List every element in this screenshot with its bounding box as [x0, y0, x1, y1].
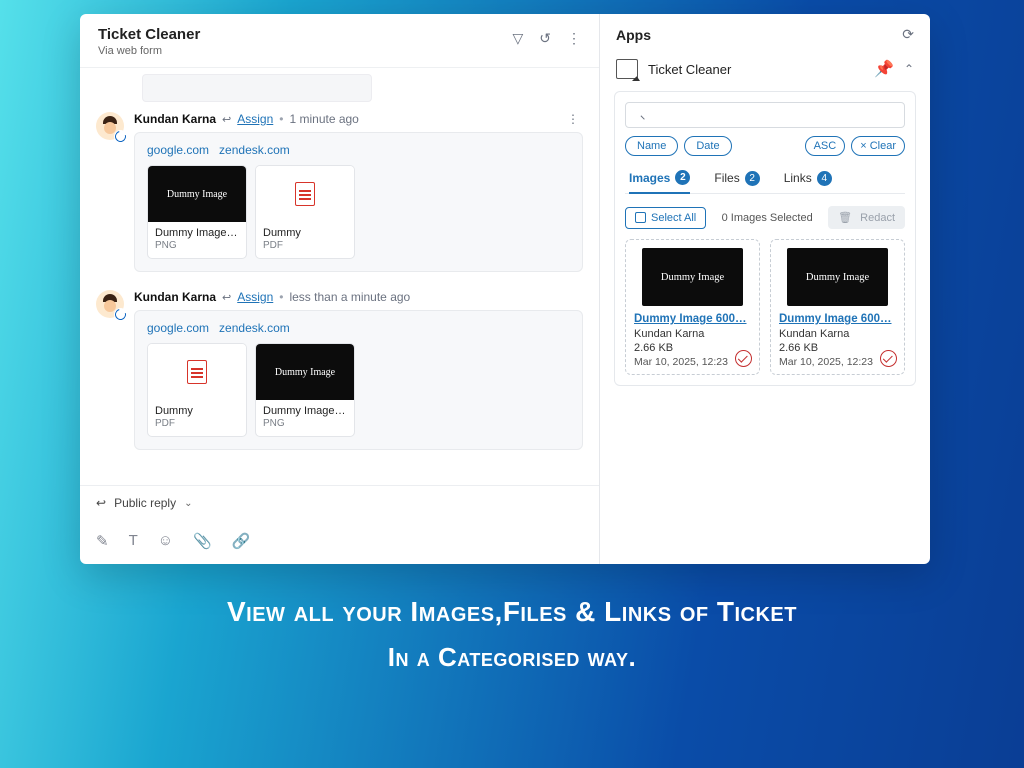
ticket-cleaner-panel: Name Date ASC × Clear Images 2 Files 2: [614, 91, 916, 386]
attach-icon[interactable]: 📎: [193, 532, 212, 550]
tab-images-count: 2: [675, 170, 690, 185]
marketing-caption: View all your Images,Files & Links of Ti…: [0, 596, 1024, 673]
clear-chip[interactable]: × Clear: [851, 136, 905, 156]
pin-icon[interactable]: 📌: [874, 59, 894, 79]
compose-icon[interactable]: ✎: [96, 532, 109, 550]
search-input[interactable]: [625, 102, 905, 128]
overflow-icon[interactable]: ⋮: [567, 30, 581, 47]
attachment-thumb: Dummy Image: [256, 344, 354, 400]
chevron-down-icon: ⌄: [184, 498, 192, 509]
history-icon[interactable]: ↺: [539, 30, 551, 47]
image-thumb: Dummy Image: [642, 248, 743, 306]
avatar: [96, 290, 124, 318]
message-link[interactable]: google.com: [147, 143, 209, 157]
ticket-pane: Ticket Cleaner Via web form ▽ ↺ ⋮ Kundan…: [80, 14, 600, 564]
category-tabs: Images 2 Files 2 Links 4: [625, 164, 905, 194]
attachment-name: Dummy: [155, 405, 239, 417]
filter-date[interactable]: Date: [684, 136, 731, 156]
link-icon[interactable]: 🔗: [232, 532, 251, 550]
message-author: Kundan Karna: [134, 112, 216, 126]
tab-files-count: 2: [745, 171, 760, 186]
assign-link[interactable]: Assign: [237, 112, 273, 126]
image-card[interactable]: Dummy Image Dummy Image 600… Kundan Karn…: [625, 239, 760, 375]
reply-icon: ↩: [222, 113, 231, 126]
attachment-thumb: Dummy Image: [148, 166, 246, 222]
text-icon[interactable]: T: [129, 532, 138, 550]
message-overflow-icon[interactable]: ⋮: [567, 112, 579, 126]
attachment-type: PDF: [155, 418, 239, 429]
message-card: google.com zendesk.com Dummy PDF: [134, 310, 583, 450]
caption-line2: In a Categorised way.: [0, 642, 1024, 673]
attachment-type: PNG: [263, 418, 347, 429]
image-owner: Kundan Karna: [779, 328, 896, 340]
tab-links-count: 4: [817, 171, 832, 186]
apps-header: Apps: [616, 27, 651, 43]
attachment-name: Dummy Image 600…: [263, 405, 347, 417]
reply-mode-row[interactable]: ↩ Public reply ⌄: [80, 485, 599, 520]
image-size: 2.66 KB: [634, 342, 751, 354]
chevron-up-icon[interactable]: ⌃: [904, 62, 914, 76]
status-ok-icon: [735, 350, 752, 367]
app-name: Ticket Cleaner: [648, 62, 731, 77]
message-time: 1 minute ago: [289, 112, 358, 126]
app-icon: [616, 59, 638, 79]
assign-link[interactable]: Assign: [237, 290, 273, 304]
reply-icon: ↩: [222, 291, 231, 304]
filter-name[interactable]: Name: [625, 136, 678, 156]
image-date: Mar 10, 2025, 12:23: [779, 356, 896, 368]
pdf-icon: [187, 360, 207, 384]
status-ok-icon: [880, 350, 897, 367]
selection-count: 0 Images Selected: [716, 212, 818, 224]
message-card: google.com zendesk.com Dummy Image Dummy…: [134, 132, 583, 272]
refresh-icon[interactable]: ⟳: [902, 26, 914, 43]
ticket-message: Kundan Karna ↩ Assign • less than a minu…: [96, 290, 583, 462]
image-grid: Dummy Image Dummy Image 600… Kundan Karn…: [625, 239, 905, 375]
attachment[interactable]: Dummy PDF: [255, 165, 355, 259]
attachment-thumb: [148, 344, 246, 400]
tab-files[interactable]: Files 2: [714, 170, 759, 193]
emoji-icon[interactable]: ☺: [158, 532, 173, 550]
attachment-type: PDF: [263, 240, 347, 251]
tab-images[interactable]: Images 2: [629, 170, 690, 194]
composer-toolbar: ✎ T ☺ 📎 🔗: [80, 520, 599, 564]
image-thumb: Dummy Image: [787, 248, 888, 306]
attachment-thumb: [256, 166, 354, 222]
attachment-name: Dummy Image 600…: [155, 227, 239, 239]
message-time: less than a minute ago: [289, 290, 410, 304]
attachment[interactable]: Dummy PDF: [147, 343, 247, 437]
conversation: Kundan Karna ↩ Assign • 1 minute ago ⋮ g…: [80, 68, 599, 485]
attachment[interactable]: Dummy Image Dummy Image 600… PNG: [147, 165, 247, 259]
ticket-header: Ticket Cleaner Via web form ▽ ↺ ⋮: [80, 14, 599, 68]
image-date: Mar 10, 2025, 12:23: [634, 356, 751, 368]
avatar: [96, 112, 124, 140]
image-filename[interactable]: Dummy Image 600…: [634, 313, 751, 325]
sort-asc[interactable]: ASC: [805, 136, 846, 156]
attachment-name: Dummy: [263, 227, 347, 239]
filter-icon[interactable]: ▽: [512, 30, 523, 47]
redact-button[interactable]: 🗑 Redact: [828, 206, 905, 229]
reply-icon: ↩: [96, 496, 106, 510]
message-link[interactable]: google.com: [147, 321, 209, 335]
attachment-type: PNG: [155, 240, 239, 251]
reply-mode-label: Public reply: [114, 496, 176, 510]
image-size: 2.66 KB: [779, 342, 896, 354]
message-link[interactable]: zendesk.com: [219, 143, 290, 157]
apps-pane: Apps ⟳ Ticket Cleaner 📌 ⌃ Name Date ASC: [600, 14, 930, 564]
ticket-message: Kundan Karna ↩ Assign • 1 minute ago ⋮ g…: [96, 112, 583, 284]
ticket-via: Via web form: [98, 45, 200, 57]
collapsed-message[interactable]: [142, 74, 372, 102]
message-link[interactable]: zendesk.com: [219, 321, 290, 335]
zendesk-window: Ticket Cleaner Via web form ▽ ↺ ⋮ Kundan…: [80, 14, 930, 564]
image-card[interactable]: Dummy Image Dummy Image 600… Kundan Karn…: [770, 239, 905, 375]
message-author: Kundan Karna: [134, 290, 216, 304]
image-filename[interactable]: Dummy Image 600…: [779, 313, 896, 325]
image-owner: Kundan Karna: [634, 328, 751, 340]
pdf-icon: [295, 182, 315, 206]
tab-links[interactable]: Links 4: [784, 170, 832, 193]
attachment[interactable]: Dummy Image Dummy Image 600… PNG: [255, 343, 355, 437]
ticket-title: Ticket Cleaner: [98, 26, 200, 43]
select-all-button[interactable]: Select All: [625, 207, 706, 229]
caption-line1: View all your Images,Files & Links of Ti…: [0, 596, 1024, 628]
